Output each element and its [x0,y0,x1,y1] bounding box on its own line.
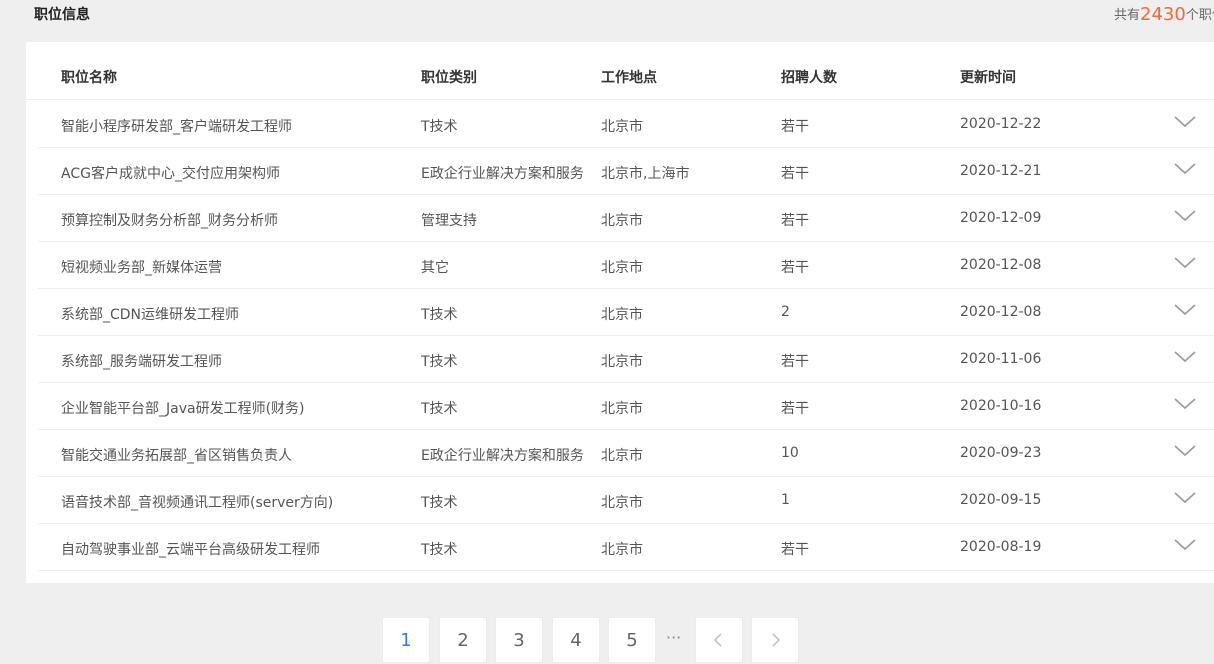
job-category: E政企行业解决方案和服务 [421,166,584,182]
table-row[interactable]: 智能交通业务拓展部_省区销售负责人 E政企行业解决方案和服务 北京市 10 20… [38,429,1214,477]
table-row[interactable]: 语音技术部_音视频通讯工程师(server方向) T技术 北京市 1 2020-… [38,476,1214,524]
job-headcount: 若干 [781,260,809,276]
job-update-time: 2020-12-09 [960,210,1042,226]
job-headcount: 若干 [781,401,809,417]
page-button-3[interactable]: 3 [495,617,543,663]
job-category: E政企行业解决方案和服务 [421,448,584,464]
job-name[interactable]: 语音技术部_音视频通讯工程师(server方向) [61,492,333,512]
header-job-category: 职位类别 [421,70,477,86]
table-row[interactable]: 短视频业务部_新媒体运营 其它 北京市 若干 2020-12-08 [38,241,1214,289]
job-table: 职位名称 职位类别 工作地点 招聘人数 更新时间 智能小程序研发部_客户端研发工… [26,42,1214,583]
table-header: 职位名称 职位类别 工作地点 招聘人数 更新时间 [26,42,1214,100]
chevron-down-icon[interactable] [1174,162,1196,176]
section-title: 职位信息 [34,7,90,23]
job-location: 北京市 [601,542,643,558]
chevron-down-icon[interactable] [1174,538,1196,552]
job-category: T技术 [421,119,458,135]
job-update-time: 2020-11-06 [960,351,1042,367]
job-category: 管理支持 [421,213,477,229]
page-button-5[interactable]: 5 [608,617,656,663]
summary-prefix: 共有 [1114,8,1141,23]
job-name[interactable]: ACG客户成就中心_交付应用架构师 [61,163,280,183]
header-headcount: 招聘人数 [781,70,837,86]
header-location: 工作地点 [601,70,657,86]
next-page-button[interactable] [751,617,799,663]
job-headcount: 1 [781,492,790,508]
job-category: T技术 [421,354,458,370]
job-location: 北京市 [601,213,643,229]
table-row[interactable]: 企业智能平台部_Java研发工程师(财务) T技术 北京市 若干 2020-10… [38,382,1214,430]
job-name[interactable]: 自动驾驶事业部_云端平台高级研发工程师 [61,539,320,559]
job-category: T技术 [421,495,458,511]
job-location: 北京市 [601,401,643,417]
job-name[interactable]: 系统部_CDN运维研发工程师 [61,304,239,324]
table-row[interactable]: 预算控制及财务分析部_财务分析师 管理支持 北京市 若干 2020-12-09 [38,194,1214,242]
job-headcount: 若干 [781,354,809,370]
chevron-down-icon[interactable] [1174,303,1196,317]
summary-count: 2430 [1140,4,1186,25]
chevron-down-icon[interactable] [1174,491,1196,505]
chevron-down-icon[interactable] [1174,256,1196,270]
header-update-time: 更新时间 [960,70,1016,86]
job-name[interactable]: 系统部_服务端研发工程师 [61,351,222,371]
job-name[interactable]: 智能交通业务拓展部_省区销售负责人 [61,445,292,465]
job-headcount: 若干 [781,119,809,135]
job-headcount: 若干 [781,542,809,558]
header-job-name: 职位名称 [61,70,117,86]
chevron-down-icon[interactable] [1174,350,1196,364]
job-update-time: 2020-12-08 [960,257,1042,273]
page-button-2[interactable]: 2 [439,617,487,663]
chevron-left-icon [713,633,722,647]
prev-page-button[interactable] [695,617,743,663]
job-headcount: 若干 [781,213,809,229]
summary-suffix: 个职位 [1185,8,1214,23]
job-category: T技术 [421,307,458,323]
job-location: 北京市 [601,448,643,464]
job-location: 北京市 [601,307,643,323]
chevron-down-icon[interactable] [1174,209,1196,223]
table-row[interactable]: 系统部_CDN运维研发工程师 T技术 北京市 2 2020-12-08 [38,288,1214,336]
job-name[interactable]: 短视频业务部_新媒体运营 [61,257,222,277]
job-location: 北京市 [601,119,643,135]
job-update-time: 2020-12-22 [960,116,1042,132]
job-location: 北京市 [601,354,643,370]
chevron-down-icon[interactable] [1174,444,1196,458]
job-location: 北京市 [601,260,643,276]
pagination-ellipsis: ··· [666,628,682,647]
job-location: 北京市 [601,495,643,511]
job-headcount: 2 [781,304,790,320]
job-name[interactable]: 智能小程序研发部_客户端研发工程师 [61,116,292,136]
table-row[interactable]: ACG客户成就中心_交付应用架构师 E政企行业解决方案和服务 北京市,上海市 若… [38,147,1214,195]
job-count-summary: 共有2430个职位 [1114,4,1214,25]
chevron-down-icon[interactable] [1174,115,1196,129]
job-category: 其它 [421,260,449,276]
job-category: T技术 [421,542,458,558]
table-row[interactable]: 系统部_服务端研发工程师 T技术 北京市 若干 2020-11-06 [38,335,1214,383]
job-update-time: 2020-12-21 [960,163,1042,179]
job-location: 北京市,上海市 [601,166,690,182]
job-headcount: 若干 [781,166,809,182]
job-update-time: 2020-10-16 [960,398,1042,414]
job-name[interactable]: 预算控制及财务分析部_财务分析师 [61,210,278,230]
job-update-time: 2020-08-19 [960,539,1042,555]
job-update-time: 2020-12-08 [960,304,1042,320]
chevron-down-icon[interactable] [1174,397,1196,411]
job-update-time: 2020-09-23 [960,445,1042,461]
page-button-4[interactable]: 4 [552,617,600,663]
job-category: T技术 [421,401,458,417]
table-row[interactable]: 智能小程序研发部_客户端研发工程师 T技术 北京市 若干 2020-12-22 [38,100,1214,148]
chevron-right-icon [772,633,781,647]
job-name[interactable]: 企业智能平台部_Java研发工程师(财务) [61,398,305,418]
job-headcount: 10 [781,445,799,461]
page-button-1[interactable]: 1 [382,617,430,663]
table-row[interactable]: 自动驾驶事业部_云端平台高级研发工程师 T技术 北京市 若干 2020-08-1… [38,523,1214,571]
job-update-time: 2020-09-15 [960,492,1042,508]
